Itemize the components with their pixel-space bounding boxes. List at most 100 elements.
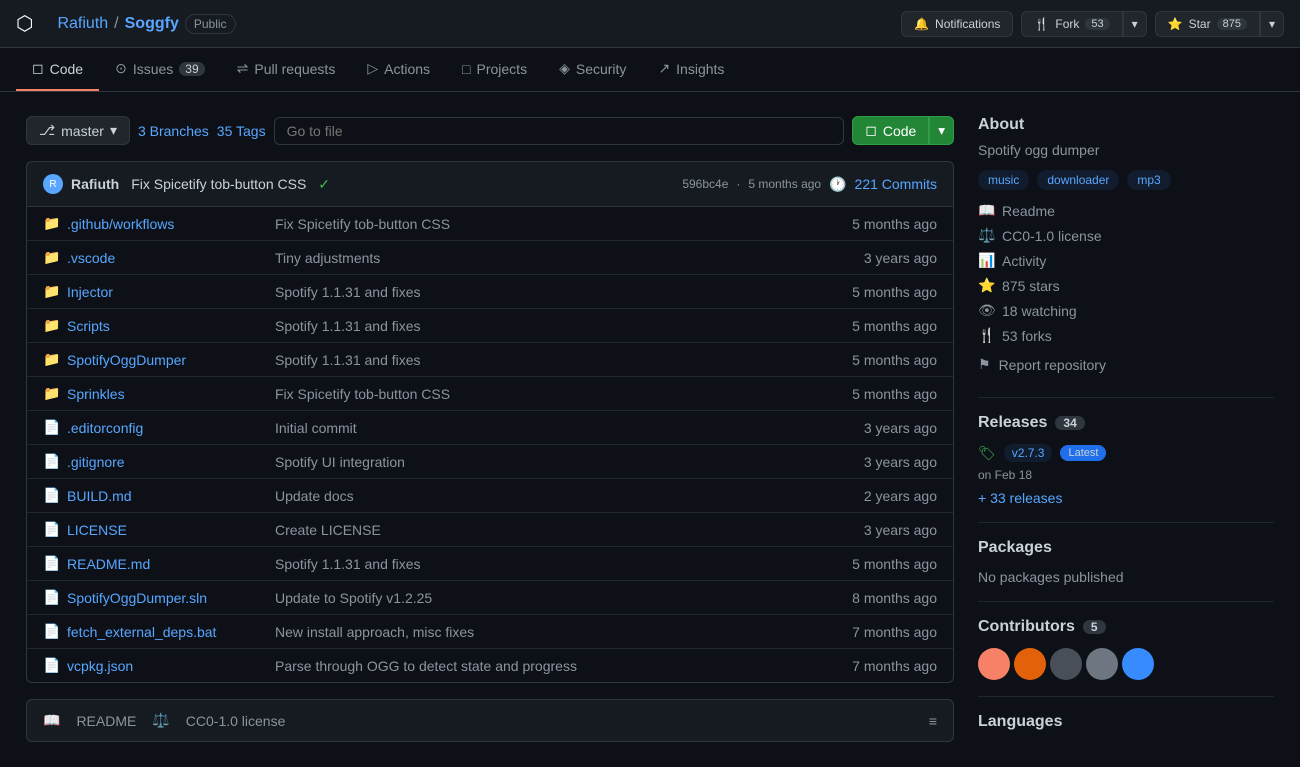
star-dropdown[interactable]: ▾ xyxy=(1260,11,1284,37)
main-container: ⎇ master ▾ 3 Branches 35 Tags ◻ Code ▾ R xyxy=(10,92,1290,767)
contributor-avatar-1[interactable] xyxy=(978,648,1010,680)
table-row: 📁 .vscode Tiny adjustments 3 years ago xyxy=(27,241,953,275)
file-time: 3 years ago xyxy=(837,454,937,470)
stars-link[interactable]: ⭐ 875 stars xyxy=(978,277,1274,294)
contributor-avatar-4[interactable] xyxy=(1086,648,1118,680)
report-repo-link[interactable]: ⚑ Report repository xyxy=(978,356,1274,373)
file-time: 5 months ago xyxy=(837,216,937,232)
issues-icon: ⊙ xyxy=(115,60,127,77)
file-name-link[interactable]: BUILD.md xyxy=(67,488,267,504)
pr-icon: ⇌ xyxy=(237,60,249,77)
file-table: 📁 .github/workflows Fix Spicetify tob-bu… xyxy=(26,207,954,683)
table-row: 📁 Sprinkles Fix Spicetify tob-button CSS… xyxy=(27,377,953,411)
code-btn-label: Code xyxy=(883,123,916,139)
contributors-grid xyxy=(978,648,1274,680)
notifications-label: Notifications xyxy=(935,17,1000,31)
file-name-link[interactable]: .vscode xyxy=(67,250,267,266)
file-name-link[interactable]: .gitignore xyxy=(67,454,267,470)
file-commit-msg: Initial commit xyxy=(275,420,829,436)
file-time: 7 months ago xyxy=(837,658,937,674)
releases-label: Releases xyxy=(978,414,1047,432)
table-row: 📁 SpotifyOggDumper Spotify 1.1.31 and fi… xyxy=(27,343,953,377)
languages-title: Languages xyxy=(978,713,1274,731)
tab-projects[interactable]: □ Projects xyxy=(446,48,543,91)
sidebar-links: 📖 Readme ⚖️ CC0-1.0 license 📊 Activity ⭐… xyxy=(978,202,1274,344)
file-name-link[interactable]: Sprinkles xyxy=(67,386,267,402)
contributor-avatar-3[interactable] xyxy=(1050,648,1082,680)
file-name-link[interactable]: Scripts xyxy=(67,318,267,334)
commit-hash[interactable]: 596bc4e xyxy=(682,177,728,191)
expand-icon[interactable]: ≡ xyxy=(929,713,937,729)
go-to-file-input[interactable] xyxy=(274,117,845,145)
commit-author-name[interactable]: Rafiuth xyxy=(71,176,119,192)
tab-code[interactable]: ◻ Code xyxy=(16,48,99,91)
code-icon: ◻ xyxy=(32,60,44,77)
file-time: 2 years ago xyxy=(837,488,937,504)
fork-dropdown[interactable]: ▾ xyxy=(1123,11,1147,37)
commit-check-icon[interactable]: ✓ xyxy=(318,176,330,193)
contributor-avatar-2[interactable] xyxy=(1014,648,1046,680)
readme-sidebar-link[interactable]: 📖 Readme xyxy=(978,202,1274,219)
tag-music[interactable]: music xyxy=(978,170,1029,190)
tab-pull-requests[interactable]: ⇌ Pull requests xyxy=(221,48,352,91)
book-icon: 📖 xyxy=(978,202,994,219)
file-name-link[interactable]: LICENSE xyxy=(67,522,267,538)
releases-title: Releases 34 xyxy=(978,414,1274,432)
code-dropdown[interactable]: ▾ xyxy=(929,116,954,145)
commit-message: Fix Spicetify tob-button CSS xyxy=(131,176,306,192)
license-link[interactable]: CC0-1.0 license xyxy=(186,713,286,729)
star-button[interactable]: ⭐ Star 875 xyxy=(1155,11,1260,37)
table-row: 📁 .github/workflows Fix Spicetify tob-bu… xyxy=(27,207,953,241)
repo-owner-link[interactable]: Rafiuth xyxy=(57,15,108,33)
tab-code-label: Code xyxy=(50,61,83,77)
file-commit-msg: Spotify UI integration xyxy=(275,454,829,470)
file-name-link[interactable]: .github/workflows xyxy=(67,216,267,232)
table-row: 📄 SpotifyOggDumper.sln Update to Spotify… xyxy=(27,581,953,615)
fork-button[interactable]: 🍴 Fork 53 xyxy=(1021,11,1122,37)
code-group: ◻ Code ▾ xyxy=(852,116,954,145)
tab-actions[interactable]: ▷ Actions xyxy=(351,48,446,91)
tab-security[interactable]: ◈ Security xyxy=(543,48,642,91)
file-icon: 📄 xyxy=(43,623,59,640)
file-time: 5 months ago xyxy=(837,284,937,300)
file-name-link[interactable]: SpotifyOggDumper.sln xyxy=(67,590,267,606)
notifications-button[interactable]: 🔔 Notifications xyxy=(901,11,1013,37)
activity-link[interactable]: 📊 Activity xyxy=(978,252,1274,269)
license-sidebar-link[interactable]: ⚖️ CC0-1.0 license xyxy=(978,227,1274,244)
readme-link[interactable]: README xyxy=(76,713,136,729)
file-name-link[interactable]: Injector xyxy=(67,284,267,300)
forks-link[interactable]: 🍴 53 forks xyxy=(978,327,1274,344)
repo-name-link[interactable]: Soggfy xyxy=(125,15,179,33)
watching-link[interactable]: 👁 18 watching xyxy=(978,302,1274,319)
release-tag[interactable]: v2.7.3 xyxy=(1004,444,1053,462)
branch-count-link[interactable]: 3 Branches xyxy=(138,123,209,139)
file-name-link[interactable]: fetch_external_deps.bat xyxy=(67,624,267,640)
tag-downloader[interactable]: downloader xyxy=(1037,170,1119,190)
folder-icon: 📁 xyxy=(43,351,59,368)
file-name-link[interactable]: .editorconfig xyxy=(67,420,267,436)
sidebar-divider-4 xyxy=(978,696,1274,697)
file-icon: 📄 xyxy=(43,453,59,470)
tag-mp3[interactable]: mp3 xyxy=(1127,170,1170,190)
file-commit-msg: Tiny adjustments xyxy=(275,250,829,266)
more-releases-link[interactable]: + 33 releases xyxy=(978,490,1274,506)
file-name-link[interactable]: README.md xyxy=(67,556,267,572)
branch-selector[interactable]: ⎇ master ▾ xyxy=(26,116,130,145)
repo-content: ⎇ master ▾ 3 Branches 35 Tags ◻ Code ▾ R xyxy=(26,116,954,743)
star-count: 875 xyxy=(1217,18,1247,30)
code-button[interactable]: ◻ Code xyxy=(852,116,929,145)
commits-count-link[interactable]: 221 Commits xyxy=(855,176,937,192)
file-name-link[interactable]: SpotifyOggDumper xyxy=(67,352,267,368)
file-commit-msg: Fix Spicetify tob-button CSS xyxy=(275,386,829,402)
folder-icon: 📁 xyxy=(43,317,59,334)
tag-count-link[interactable]: 35 Tags xyxy=(217,123,266,139)
star-group: ⭐ Star 875 ▾ xyxy=(1155,11,1284,37)
forks-sidebar-icon: 🍴 xyxy=(978,327,994,344)
tab-insights[interactable]: ↗ Insights xyxy=(642,48,740,91)
fork-group: 🍴 Fork 53 ▾ xyxy=(1021,11,1146,37)
contributors-label: Contributors xyxy=(978,618,1075,636)
file-name-link[interactable]: vcpkg.json xyxy=(67,658,267,674)
tab-issues[interactable]: ⊙ Issues 39 xyxy=(99,48,221,91)
contributor-avatar-5[interactable] xyxy=(1122,648,1154,680)
tab-security-label: Security xyxy=(576,61,627,77)
